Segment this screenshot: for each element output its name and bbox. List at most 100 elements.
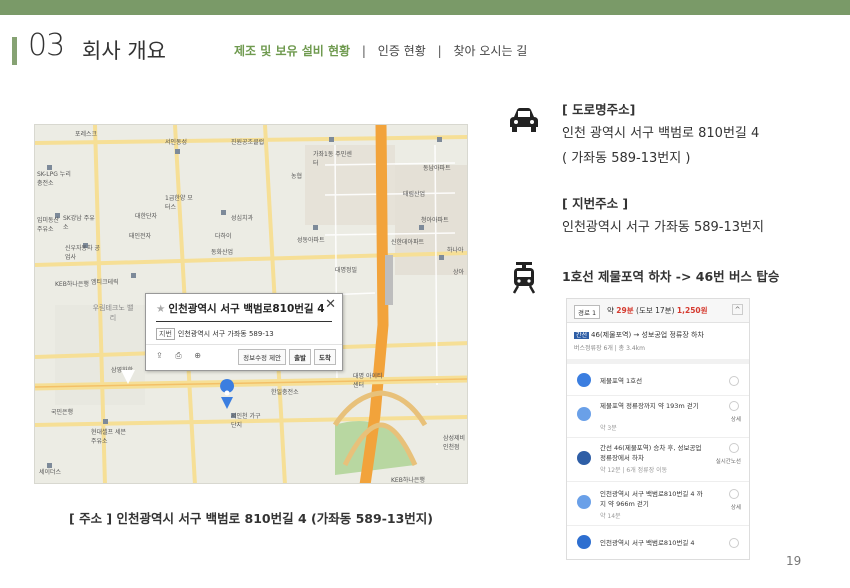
map-info-popup: ★ 인천광역시 서구 백범로810번길 4 ✕ 지번 인천광역시 서구 가좌동 58… bbox=[145, 293, 343, 371]
map-label: 세이더스 bbox=[39, 469, 62, 476]
map-label: 농협 bbox=[291, 173, 303, 180]
nav-item-equipment[interactable]: 제조 및 보유 설비 현황 bbox=[234, 44, 350, 58]
start-button[interactable]: 출발 bbox=[289, 349, 312, 365]
route-step: 제물포역 1호선 bbox=[567, 369, 749, 395]
transit-toggle-icon[interactable] bbox=[729, 489, 739, 499]
popup-tail bbox=[121, 370, 135, 384]
step-text: 제물포역 1호선 bbox=[600, 377, 643, 385]
summary-prefix: 약 bbox=[607, 306, 614, 315]
map-label: 대한단자 bbox=[135, 213, 158, 220]
route-step: 인천광역시 서구 백범로810번길 4 bbox=[567, 531, 749, 555]
top-accent-bar bbox=[0, 0, 850, 15]
map-label: 태림산업 bbox=[403, 191, 426, 198]
map-label: 하나아 bbox=[447, 247, 464, 254]
popup-title-text: 인천광역시 서구 백범로810번길 4 bbox=[168, 303, 325, 315]
step-text: 인천광역시 서구 백범로810번길 4 까지 약 966m 걷기 bbox=[600, 490, 703, 508]
map-label: KEB하나은행 bbox=[55, 281, 89, 288]
map-label: 가좌1동 주민센터 bbox=[313, 151, 352, 167]
close-icon[interactable]: ✕ bbox=[325, 297, 336, 312]
report-button[interactable]: 정보수정 제안 bbox=[238, 349, 287, 365]
map-label: SK강남 주유소 bbox=[63, 215, 95, 231]
realtime-route-button[interactable]: 실시간노선 bbox=[716, 457, 741, 465]
jibun-text: 인천광역시 서구 가좌동 589-13 bbox=[177, 330, 274, 338]
transit-toggle-icon[interactable] bbox=[729, 376, 739, 386]
step-divider bbox=[567, 481, 749, 482]
map-label: 동남아파트 bbox=[423, 165, 451, 172]
map-label: SK-LPG 누리충전소 bbox=[37, 171, 71, 187]
map-label: 우림테크노 밸리 bbox=[92, 304, 134, 322]
map-label: 신우자동차 공업사 bbox=[65, 245, 101, 261]
transit-toggle-icon[interactable] bbox=[729, 443, 739, 453]
route-bus-line: 간선 46(제물포역) → 성보공업 정류장 하차 bbox=[574, 330, 704, 340]
address-caption: [ 주소 ] 인천광역시 서구 백범로 810번길 4 (가좌동 589-13번… bbox=[69, 511, 433, 526]
arrive-pin-icon bbox=[577, 535, 591, 549]
step-text: 간선 46(제물포역) 승차 후, 성보공업 정류장에서 하차 bbox=[600, 444, 702, 462]
map-label: 청아아파트 bbox=[421, 217, 449, 224]
route-badge: 경로 1 bbox=[574, 305, 601, 319]
map-label: 태인전자 bbox=[129, 233, 152, 240]
route-summary-bar[interactable]: 경로 1 약 29분 (도보 17분) 1,250원 ^ bbox=[567, 299, 749, 323]
map-label: 한일충전소 bbox=[271, 389, 299, 396]
detail-button[interactable]: 상세 bbox=[731, 415, 741, 423]
popup-tools: ⇪ ⎙ ⊕ bbox=[156, 351, 211, 361]
map-label: KEB하나은행 bbox=[391, 477, 425, 484]
section-number: 03 bbox=[28, 28, 65, 63]
map-label: 대명정밀 bbox=[335, 267, 358, 274]
route-walk: (도보 17분) bbox=[636, 306, 675, 315]
detail-button[interactable]: 상세 bbox=[731, 503, 741, 511]
map-label: 현대셀프 세븐주유소 bbox=[91, 429, 127, 445]
route-step: 간선 46(제물포역) 승차 후, 성보공업 정류장에서 하차 약 12분 | … bbox=[567, 441, 749, 477]
step-sub: 약 12분 | 6개 정류장 이동 bbox=[600, 467, 668, 474]
jibun-address-line: 인천광역시 서구 가좌동 589-13번지 bbox=[562, 220, 764, 235]
walk-icon bbox=[577, 495, 591, 509]
route-duration: 29분 bbox=[616, 306, 634, 315]
map-label: 서인동성 bbox=[165, 139, 188, 146]
star-icon[interactable]: ★ bbox=[156, 303, 165, 315]
popup-divider bbox=[146, 344, 342, 345]
nav-item-certification[interactable]: 인증 현황 bbox=[378, 44, 426, 58]
print-icon[interactable]: ⎙ bbox=[175, 351, 181, 360]
walk-icon bbox=[577, 407, 591, 421]
map-label: 대명 아이티센터 bbox=[353, 373, 383, 389]
map-label: 입미동산 주유소 bbox=[37, 217, 60, 233]
map-label: 다하이 bbox=[215, 233, 232, 240]
car-icon bbox=[508, 107, 540, 137]
step-sub: 약 14분 bbox=[600, 513, 621, 520]
train-icon bbox=[512, 262, 536, 298]
nav-item-directions[interactable]: 찾아 오시는 길 bbox=[453, 44, 527, 58]
transit-toggle-icon[interactable] bbox=[729, 538, 739, 548]
step-divider bbox=[567, 525, 749, 526]
popup-underline bbox=[156, 321, 332, 322]
jibun-tag: 지번 bbox=[156, 328, 175, 340]
map-label: 신한데아파트 bbox=[391, 239, 425, 246]
transit-toggle-icon[interactable] bbox=[729, 401, 739, 411]
route-step: 인천광역시 서구 백범로810번길 4 까지 약 966m 걷기 약 14분 상… bbox=[567, 487, 749, 523]
bus-icon bbox=[577, 451, 591, 465]
step-sub: 약 3분 bbox=[600, 425, 617, 432]
location-map[interactable]: 포레스크 서인동성 진원공조클럽 가좌1동 주민센터 농협 동남아파트 SK-L… bbox=[34, 124, 468, 484]
step-divider bbox=[567, 395, 749, 396]
popup-jibun: 지번 인천광역시 서구 가좌동 589-13 bbox=[156, 328, 274, 340]
route-bus-sub: 버스정류장 6개 | 총 3.4km bbox=[574, 345, 645, 352]
map-label: 성심치과 bbox=[231, 215, 254, 222]
section-title: 회사 개요 bbox=[82, 39, 166, 63]
map-label: 엠티크테릭 bbox=[91, 279, 119, 286]
bus-line-text: 46(제물포역) → 성보공업 정류장 하차 bbox=[591, 331, 704, 339]
share-icon[interactable]: ⇪ bbox=[156, 351, 163, 360]
route-panel: 경로 1 약 29분 (도보 17분) 1,250원 ^ 간선 46(제물포역) … bbox=[566, 298, 750, 560]
arrive-button[interactable]: 도착 bbox=[314, 349, 336, 365]
chevron-up-icon[interactable]: ^ bbox=[732, 304, 743, 315]
road-address-line1: 인천 광역시 서구 백범로 810번길 4 bbox=[562, 126, 760, 141]
section-nav: 제조 및 보유 설비 현황 | 인증 현황 | 찾아 오시는 길 bbox=[234, 42, 527, 59]
map-label: 삼성제비 인천점 bbox=[443, 435, 466, 451]
map-label: 성동아파트 bbox=[297, 237, 325, 244]
section-marker bbox=[12, 37, 17, 65]
nav-separator: | bbox=[437, 44, 442, 58]
map-label: 1급한양 모터스 bbox=[165, 195, 193, 211]
bus-type-badge: 간선 bbox=[574, 332, 590, 339]
start-pin-icon bbox=[577, 373, 591, 387]
zoom-icon[interactable]: ⊕ bbox=[194, 351, 201, 360]
map-label: 동화산업 bbox=[211, 249, 234, 256]
page-number: 19 bbox=[786, 554, 802, 568]
map-label: 상아 bbox=[453, 269, 465, 276]
